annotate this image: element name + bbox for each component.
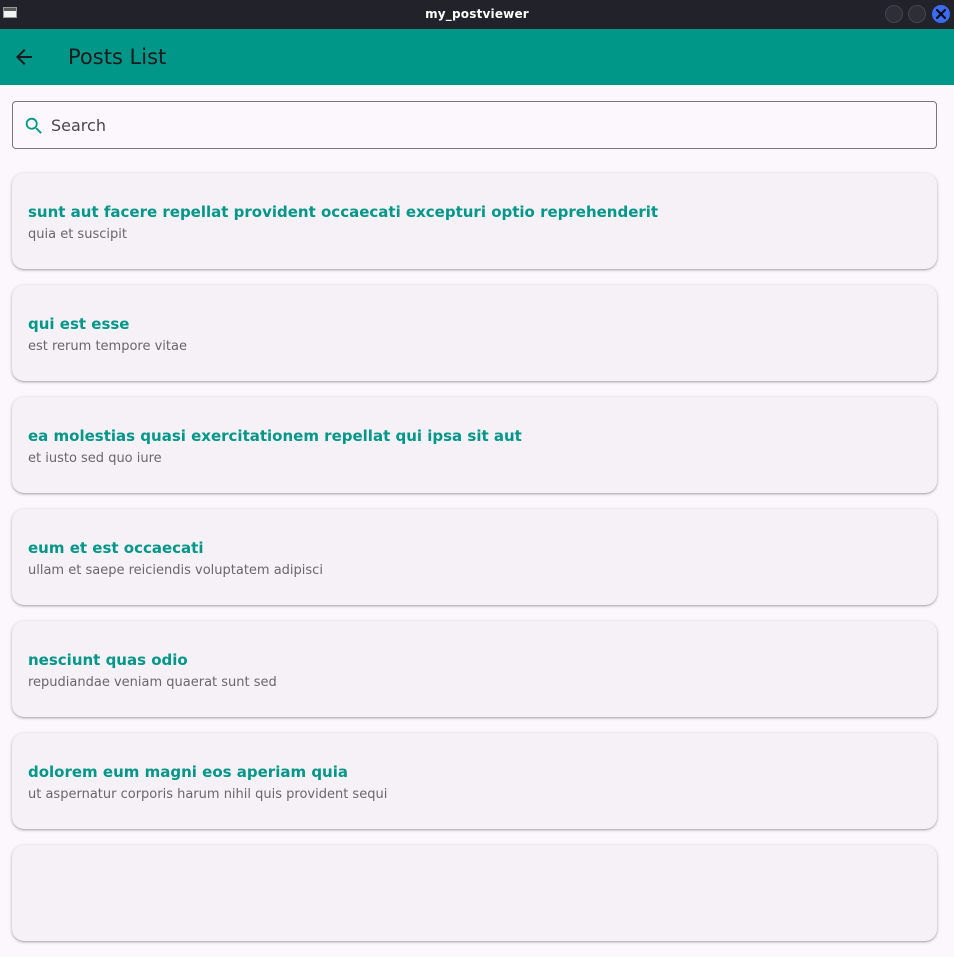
post-card[interactable]: qui est esse est rerum tempore vitae xyxy=(12,285,937,381)
post-title: qui est esse xyxy=(28,315,130,333)
minimize-button[interactable] xyxy=(885,5,903,23)
window-titlebar: my_postviewer xyxy=(0,0,954,29)
post-card[interactable]: sunt aut facere repellat provident occae… xyxy=(12,173,937,269)
post-subtitle: ut aspernatur corporis harum nihil quis … xyxy=(28,787,388,802)
post-subtitle: ullam et saepe reiciendis voluptatem adi… xyxy=(28,563,323,578)
back-button[interactable] xyxy=(12,45,36,69)
post-title: sunt aut facere repellat provident occae… xyxy=(28,203,659,221)
post-title: ea molestias quasi exercitationem repell… xyxy=(28,427,522,445)
post-title: nesciunt quas odio xyxy=(28,651,188,669)
post-card[interactable]: dolorem eum magni eos aperiam quia ut as… xyxy=(12,733,937,829)
post-subtitle: et iusto sed quo iure xyxy=(28,451,162,466)
post-subtitle: repudiandae veniam quaerat sunt sed xyxy=(28,675,277,690)
window-title: my_postviewer xyxy=(425,7,529,21)
post-subtitle: quia et suscipit xyxy=(28,227,127,242)
post-title: eum et est occaecati xyxy=(28,539,204,557)
close-button[interactable] xyxy=(932,5,950,23)
search-input[interactable] xyxy=(51,102,921,148)
posts-list: sunt aut facere repellat provident occae… xyxy=(12,173,937,957)
app-bar: Posts List xyxy=(0,29,954,85)
search-field[interactable] xyxy=(12,101,937,149)
maximize-button[interactable] xyxy=(908,5,926,23)
post-card[interactable] xyxy=(12,845,937,941)
post-card[interactable]: nesciunt quas odio repudiandae veniam qu… xyxy=(12,621,937,717)
close-icon xyxy=(935,8,947,20)
arrow-back-icon xyxy=(16,49,32,65)
post-card[interactable]: eum et est occaecati ullam et saepe reic… xyxy=(12,509,937,605)
search-icon xyxy=(25,117,42,134)
page-title: Posts List xyxy=(68,45,167,69)
post-title: dolorem eum magni eos aperiam quia xyxy=(28,763,349,781)
post-card[interactable]: ea molestias quasi exercitationem repell… xyxy=(12,397,937,493)
post-subtitle: est rerum tempore vitae xyxy=(28,339,187,354)
